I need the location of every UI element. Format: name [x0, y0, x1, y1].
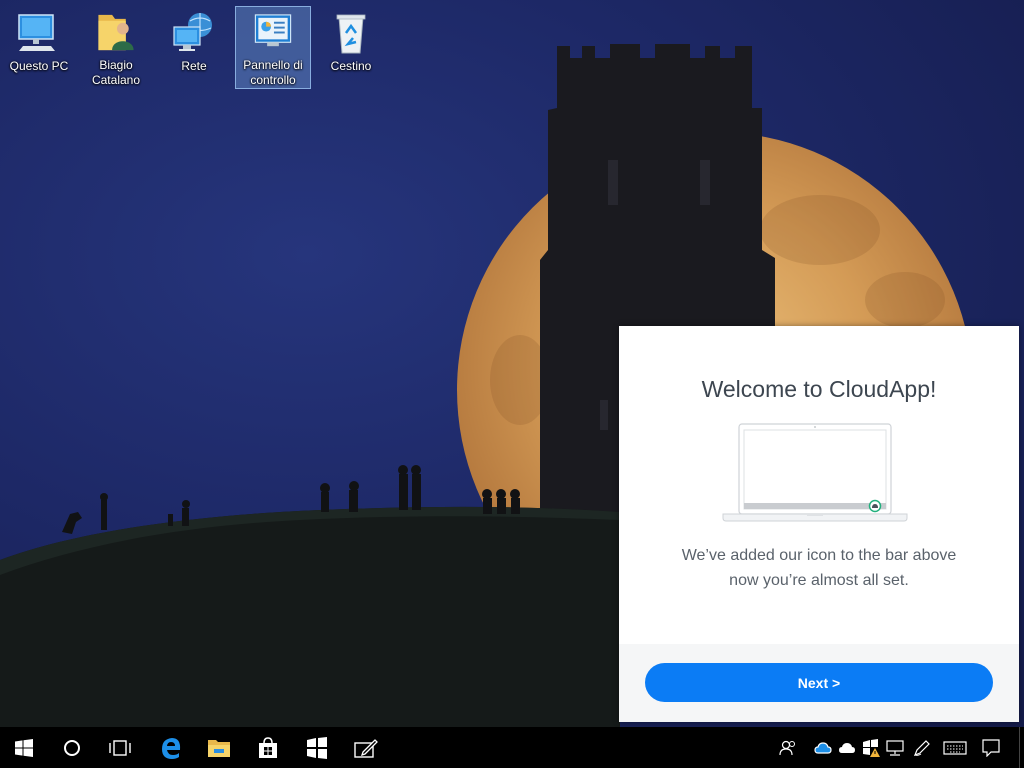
pen-icon	[913, 739, 930, 756]
sketch-icon	[354, 738, 378, 758]
touch-keyboard-button[interactable]	[941, 727, 969, 768]
start-icon	[15, 738, 33, 757]
welcome-message: We’ve added our icon to the bar above no…	[619, 543, 1019, 593]
control-panel-icon	[254, 14, 292, 47]
onedrive-icon	[839, 742, 855, 753]
desktop-icon-label: Pannello di controllo	[243, 58, 303, 87]
desktop-icon-pannello-di-controllo[interactable]: Pannello di controllo	[235, 6, 311, 89]
action-center-button[interactable]	[979, 727, 1003, 768]
cortana-icon	[64, 739, 80, 756]
edge-button[interactable]	[147, 727, 195, 768]
user-folder-icon	[98, 14, 134, 51]
file-explorer-button[interactable]	[195, 727, 243, 768]
defender-tray-button[interactable]	[859, 727, 883, 768]
network-tray-button[interactable]	[883, 727, 907, 768]
start-button[interactable]	[0, 727, 48, 768]
desktop-icon-label: Rete	[181, 59, 207, 73]
next-button[interactable]: Next >	[645, 663, 993, 702]
cloudapp-tray-button[interactable]	[811, 727, 835, 768]
sketch-button[interactable]	[342, 727, 390, 768]
desktop-icon-rete[interactable]: Rete	[156, 6, 232, 89]
network-tray-icon	[886, 739, 904, 756]
computer-icon	[18, 14, 55, 51]
people-icon	[779, 740, 795, 755]
onedrive-tray-button[interactable]	[835, 727, 859, 768]
desktop-icon-biagio-catalano[interactable]: Biagio Catalano	[78, 6, 154, 89]
taskbar	[0, 727, 1024, 768]
task-view-button[interactable]	[96, 727, 144, 768]
welcome-footer: Next >	[619, 644, 1019, 722]
keyboard-icon	[943, 740, 967, 755]
welcome-message-line-2: now you’re almost all set.	[729, 572, 909, 589]
recycle-bin-icon	[336, 14, 366, 54]
defender-icon	[863, 738, 880, 757]
store-icon	[259, 736, 277, 758]
laptop-illustration-icon	[722, 423, 908, 522]
desktop-icon-label: Biagio Catalano	[91, 58, 141, 87]
store-button[interactable]	[244, 727, 292, 768]
network-icon	[173, 13, 212, 51]
file-explorer-icon	[208, 739, 230, 757]
task-view-icon	[109, 739, 131, 756]
people-tray-button[interactable]	[776, 727, 800, 768]
action-center-icon	[982, 738, 1000, 757]
windows-app-icon	[307, 736, 327, 759]
desktop-icon-cestino[interactable]: Cestino	[313, 6, 389, 89]
desktop-icon-label: Cestino	[330, 59, 372, 73]
cloudapp-tray-icon	[814, 741, 832, 754]
desktop-icon-questo-pc[interactable]: Questo PC	[1, 6, 77, 89]
desktop-icon-label: Questo PC	[9, 59, 69, 73]
edge-icon	[162, 737, 181, 759]
pen-tray-button[interactable]	[910, 727, 934, 768]
welcome-title: Welcome to CloudApp!	[701, 376, 937, 402]
windows-app-button[interactable]	[293, 727, 341, 768]
welcome-message-line-1: We’ve added our icon to the bar above	[681, 547, 957, 564]
show-desktop-button[interactable]	[1019, 727, 1024, 768]
cortana-button[interactable]	[48, 727, 96, 768]
cloudapp-welcome-dialog: Welcome to CloudApp! We’ve added our ico…	[619, 326, 1019, 722]
